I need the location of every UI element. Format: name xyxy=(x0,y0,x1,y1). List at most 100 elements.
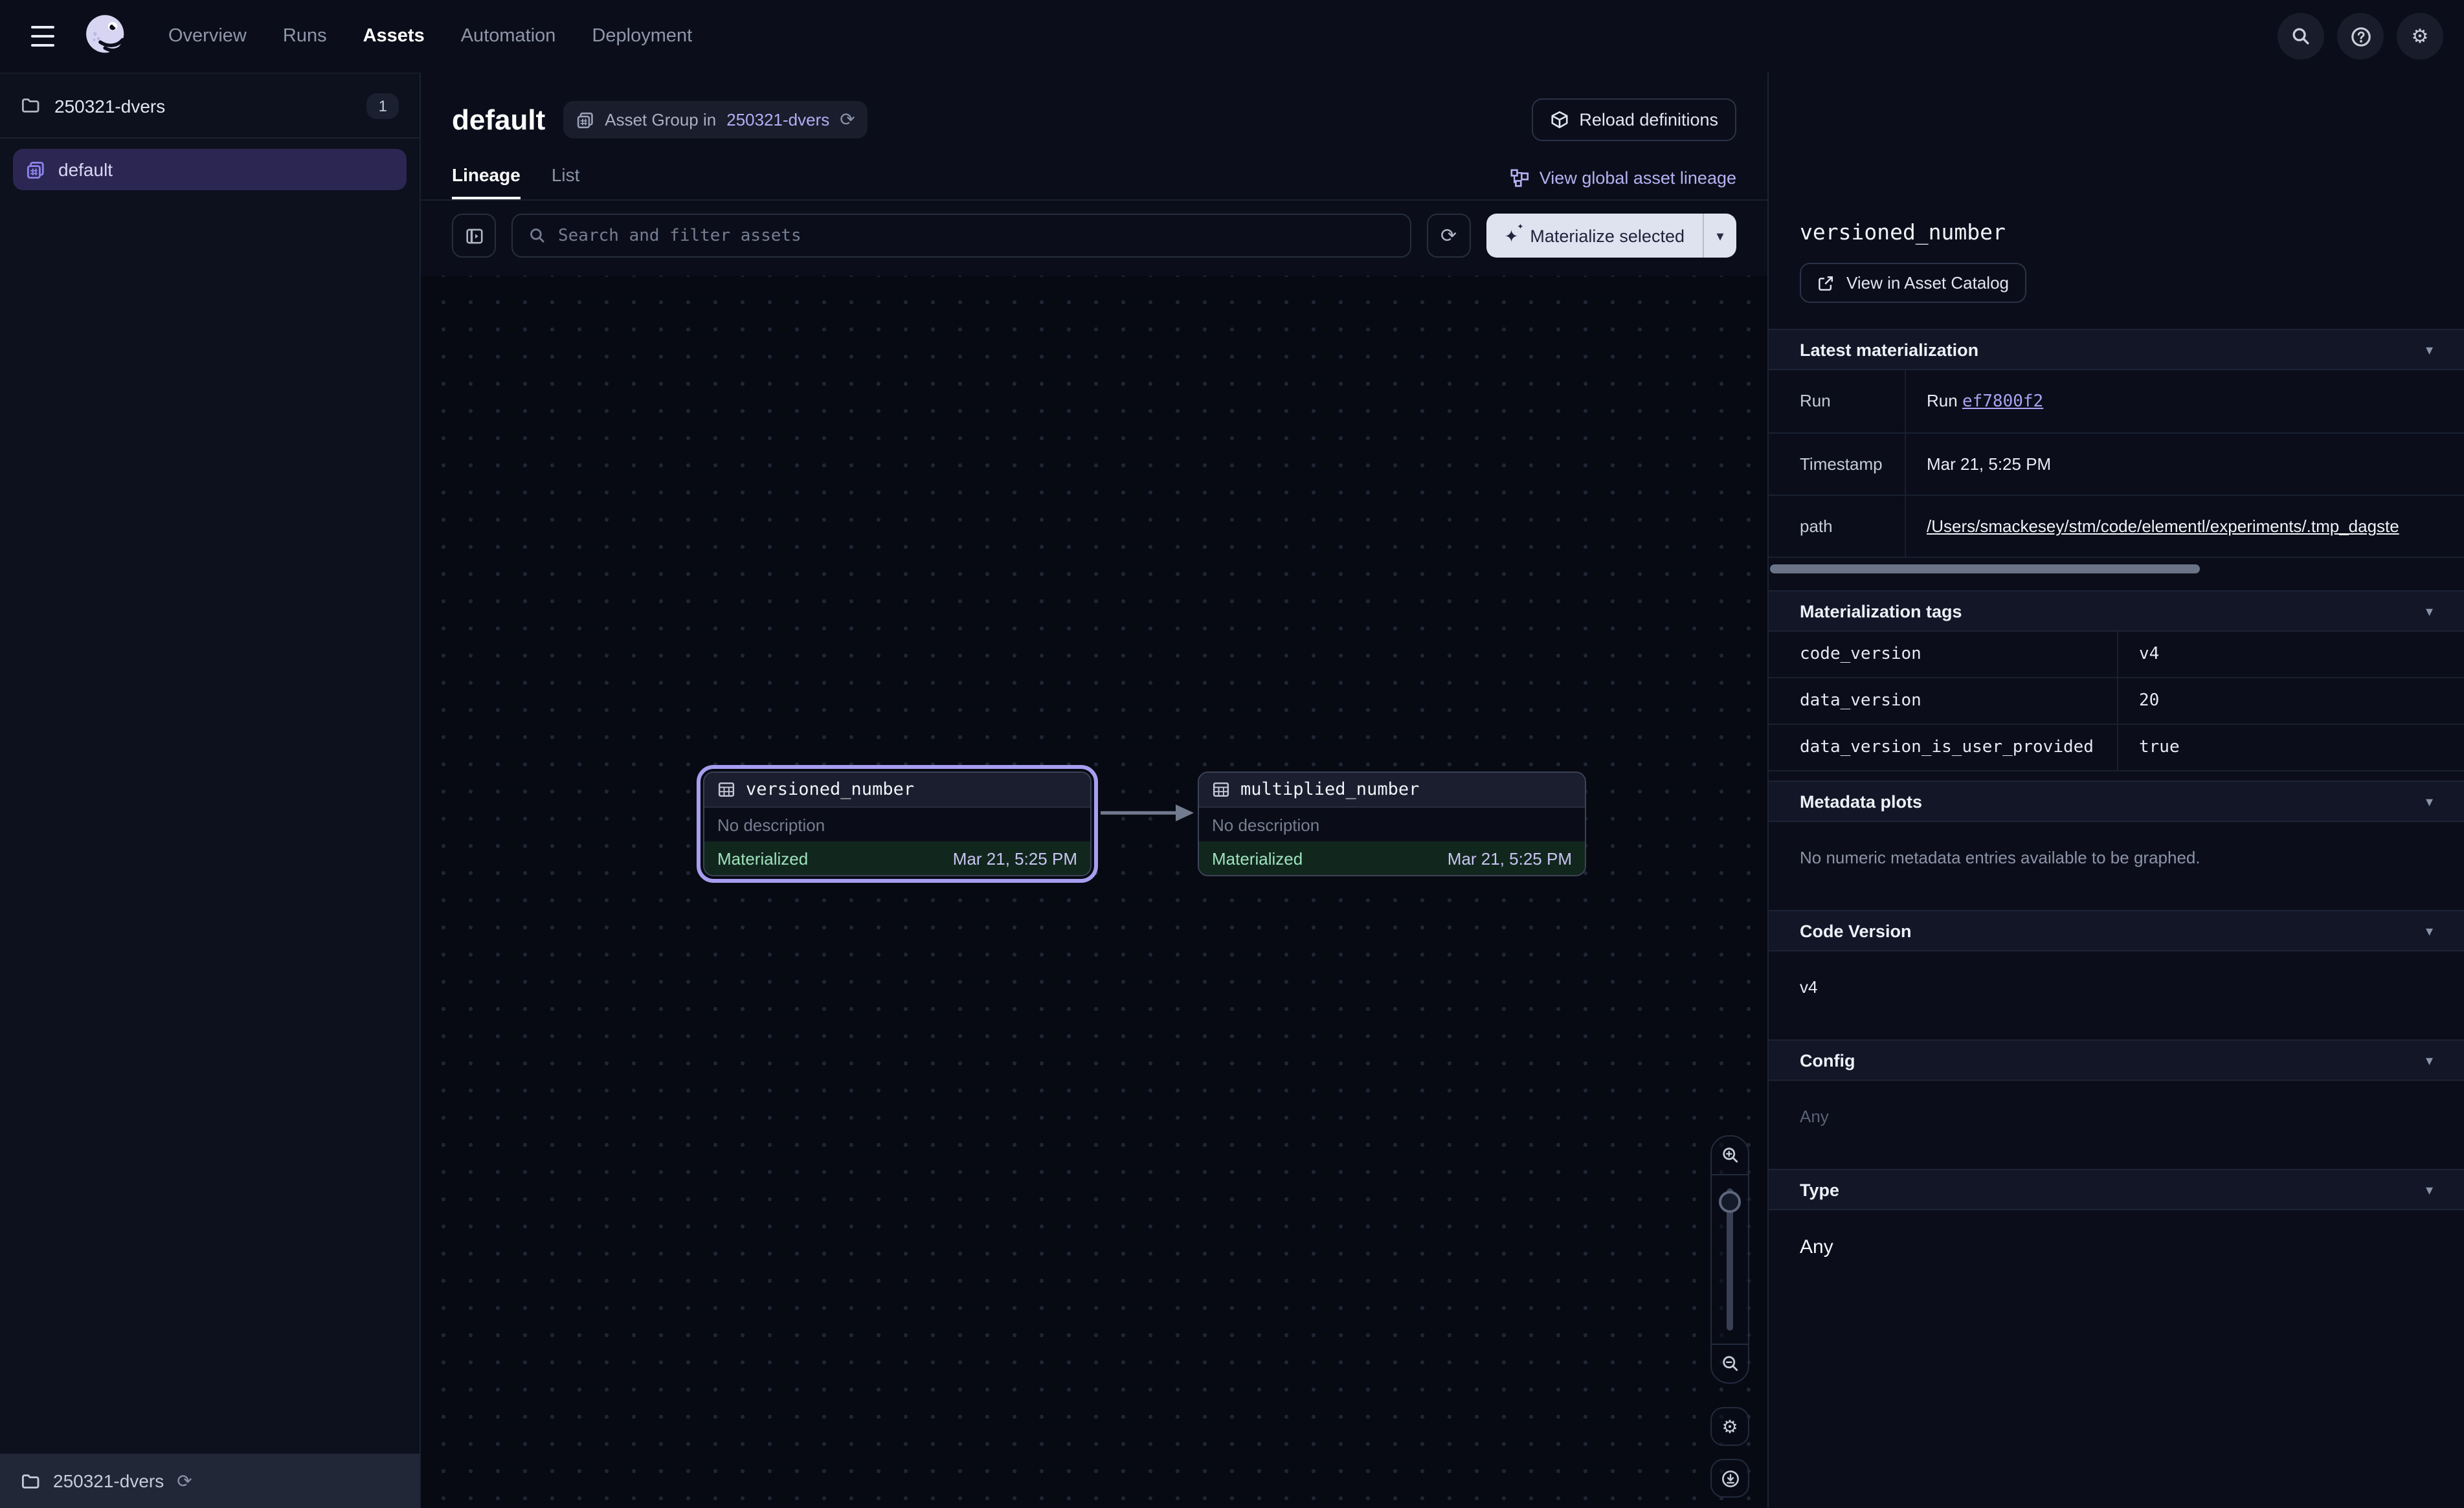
collapse-caret-icon[interactable]: ▾ xyxy=(2426,1052,2433,1069)
tag-value: true xyxy=(2118,725,2464,771)
badge-repo-link[interactable]: 250321-dvers xyxy=(726,110,829,129)
refresh-icon[interactable]: ⟳ xyxy=(177,1470,192,1492)
table-icon xyxy=(1212,781,1230,799)
app-shell: 250321-dvers 1 default 250321-dvers ⟳ de… xyxy=(0,72,2464,1508)
gear-glyph: ⚙ xyxy=(1721,1415,1738,1437)
nav-item-assets[interactable]: Assets xyxy=(363,26,425,47)
refresh-glyph: ⟳ xyxy=(1440,224,1457,247)
selected-node-ring: versioned_number No description Material… xyxy=(697,765,1098,883)
sparkle-icon: ✦✦ xyxy=(1505,227,1519,244)
asset-node-name: versioned_number xyxy=(746,779,914,800)
global-lineage-label: View global asset lineage xyxy=(1540,168,1736,188)
section-config[interactable]: Config ▾ xyxy=(1769,1039,2464,1081)
run-row-label: Run xyxy=(1769,370,1906,434)
app-root: Overview Runs Assets Automation Deployme… xyxy=(0,0,2464,1508)
nav-item-runs[interactable]: Runs xyxy=(283,26,327,47)
view-in-asset-catalog-button[interactable]: View in Asset Catalog xyxy=(1800,263,2026,303)
tab-list[interactable]: List xyxy=(552,164,580,199)
top-nav: Overview Runs Assets Automation Deployme… xyxy=(0,0,2464,72)
help-icon[interactable] xyxy=(2337,13,2384,60)
asset-group-badge: Asset Group in 250321-dvers ⟳ xyxy=(563,101,868,139)
view-global-asset-lineage-link[interactable]: View global asset lineage xyxy=(1510,168,1736,199)
timestamp-row-label: Timestamp xyxy=(1769,434,1906,496)
refresh-icon[interactable]: ⟳ xyxy=(840,109,855,131)
search-icon xyxy=(528,227,546,245)
materialization-timestamp: Mar 21, 5:25 PM xyxy=(1448,848,1572,868)
asset-node-multiplied-number[interactable]: multiplied_number No description Materia… xyxy=(1198,771,1586,876)
asset-node-versioned-number[interactable]: versioned_number No description Material… xyxy=(703,771,1092,876)
horizontal-scrollbar[interactable] xyxy=(1770,564,2200,573)
asset-search-box xyxy=(511,214,1411,258)
gear-glyph: ⚙ xyxy=(2412,25,2429,48)
section-latest-materialization[interactable]: Latest materialization ▾ xyxy=(1769,329,2464,370)
section-code-version[interactable]: Code Version ▾ xyxy=(1769,910,2464,951)
zoom-slider[interactable] xyxy=(1710,1175,1749,1344)
section-title: Materialization tags xyxy=(1800,601,1962,621)
nav-item-deployment[interactable]: Deployment xyxy=(592,26,692,47)
download-graph-icon[interactable] xyxy=(1710,1459,1749,1498)
code-location-footer[interactable]: 250321-dvers ⟳ xyxy=(0,1454,420,1508)
asset-groups-sidebar: 250321-dvers 1 default 250321-dvers ⟳ xyxy=(0,72,421,1508)
lineage-graph-icon xyxy=(1510,168,1529,188)
zoom-out-icon[interactable] xyxy=(1710,1344,1749,1382)
section-title: Latest materialization xyxy=(1800,340,1978,359)
sidebar-item-default-group[interactable]: default xyxy=(13,149,407,190)
page-header: default Asset Group in 250321-dvers ⟳ Re… xyxy=(421,72,1767,157)
graph-settings-gear-icon[interactable]: ⚙ xyxy=(1710,1407,1749,1446)
run-row-value: Run ef7800f2 xyxy=(1906,370,2464,434)
materialize-split-button: ✦✦ Materialize selected ▾ xyxy=(1486,214,1736,258)
path-row-label: path xyxy=(1769,496,1906,558)
latest-materialization-table: Run Run ef7800f2 Timestamp Mar 21, 5:25 … xyxy=(1769,370,2464,558)
reload-definitions-button[interactable]: Reload definitions xyxy=(1531,98,1736,141)
timestamp-row-value: Mar 21, 5:25 PM xyxy=(1906,434,2464,496)
zoom-slider-group xyxy=(1710,1135,1749,1384)
tag-key: data_version_is_user_provided xyxy=(1769,725,2118,771)
path-link[interactable]: /Users/smackesey/stm/code/elementl/exper… xyxy=(1927,516,2399,536)
folder-icon xyxy=(21,1471,40,1491)
lineage-canvas[interactable]: versioned_number No description Material… xyxy=(421,276,1767,1508)
zoom-slider-knob[interactable] xyxy=(1719,1191,1741,1213)
search-icon[interactable] xyxy=(2278,13,2324,60)
materialize-label: Materialize selected xyxy=(1530,226,1685,245)
primary-nav: Overview Runs Assets Automation Deployme… xyxy=(168,26,692,47)
toggle-sidebar-panel-icon[interactable] xyxy=(452,214,496,258)
materialize-selected-button[interactable]: ✦✦ Materialize selected xyxy=(1486,214,1703,258)
nav-item-automation[interactable]: Automation xyxy=(461,26,556,47)
zoom-in-icon[interactable] xyxy=(1710,1137,1749,1175)
path-row-value: /Users/smackesey/stm/code/elementl/exper… xyxy=(1906,496,2464,558)
materialize-dropdown-caret[interactable]: ▾ xyxy=(1703,214,1736,258)
repo-name: 250321-dvers xyxy=(54,95,165,116)
refresh-graph-icon[interactable]: ⟳ xyxy=(1427,214,1471,258)
collapse-caret-icon[interactable]: ▾ xyxy=(2426,341,2433,358)
section-type[interactable]: Type ▾ xyxy=(1769,1169,2464,1210)
search-input[interactable] xyxy=(558,226,1394,245)
section-title: Code Version xyxy=(1800,921,1912,940)
nav-item-overview[interactable]: Overview xyxy=(168,26,247,47)
collapse-caret-icon[interactable]: ▾ xyxy=(2426,603,2433,619)
settings-gear-icon[interactable]: ⚙ xyxy=(2397,13,2443,60)
run-id-link[interactable]: ef7800f2 xyxy=(1962,392,2043,412)
asset-group-icon xyxy=(576,111,594,129)
section-materialization-tags[interactable]: Materialization tags ▾ xyxy=(1769,590,2464,632)
tag-key: code_version xyxy=(1769,632,2118,678)
collapse-caret-icon[interactable]: ▾ xyxy=(2426,922,2433,939)
repo-row[interactable]: 250321-dvers 1 xyxy=(0,74,420,139)
status-badge: Materialized xyxy=(717,848,808,868)
menu-icon[interactable] xyxy=(21,14,65,58)
folder-icon xyxy=(21,96,40,115)
collapse-caret-icon[interactable]: ▾ xyxy=(2426,1181,2433,1198)
repo-asset-count-badge: 1 xyxy=(367,93,399,118)
dagster-logo-icon[interactable] xyxy=(80,10,132,62)
table-icon xyxy=(717,781,735,799)
collapse-caret-icon[interactable]: ▾ xyxy=(2426,793,2433,810)
view-tabs: Lineage List View global asset lineage xyxy=(421,157,1767,201)
reload-cube-icon xyxy=(1549,110,1569,129)
section-metadata-plots[interactable]: Metadata plots ▾ xyxy=(1769,781,2464,822)
asset-node-description: No description xyxy=(1199,808,1585,841)
materialization-timestamp: Mar 21, 5:25 PM xyxy=(953,848,1077,868)
badge-prefix: Asset Group in xyxy=(605,110,716,129)
tag-key: data_version xyxy=(1769,678,2118,725)
caret-down-icon: ▾ xyxy=(1716,227,1723,244)
tab-lineage[interactable]: Lineage xyxy=(452,164,521,199)
config-value: Any xyxy=(1769,1081,2464,1160)
